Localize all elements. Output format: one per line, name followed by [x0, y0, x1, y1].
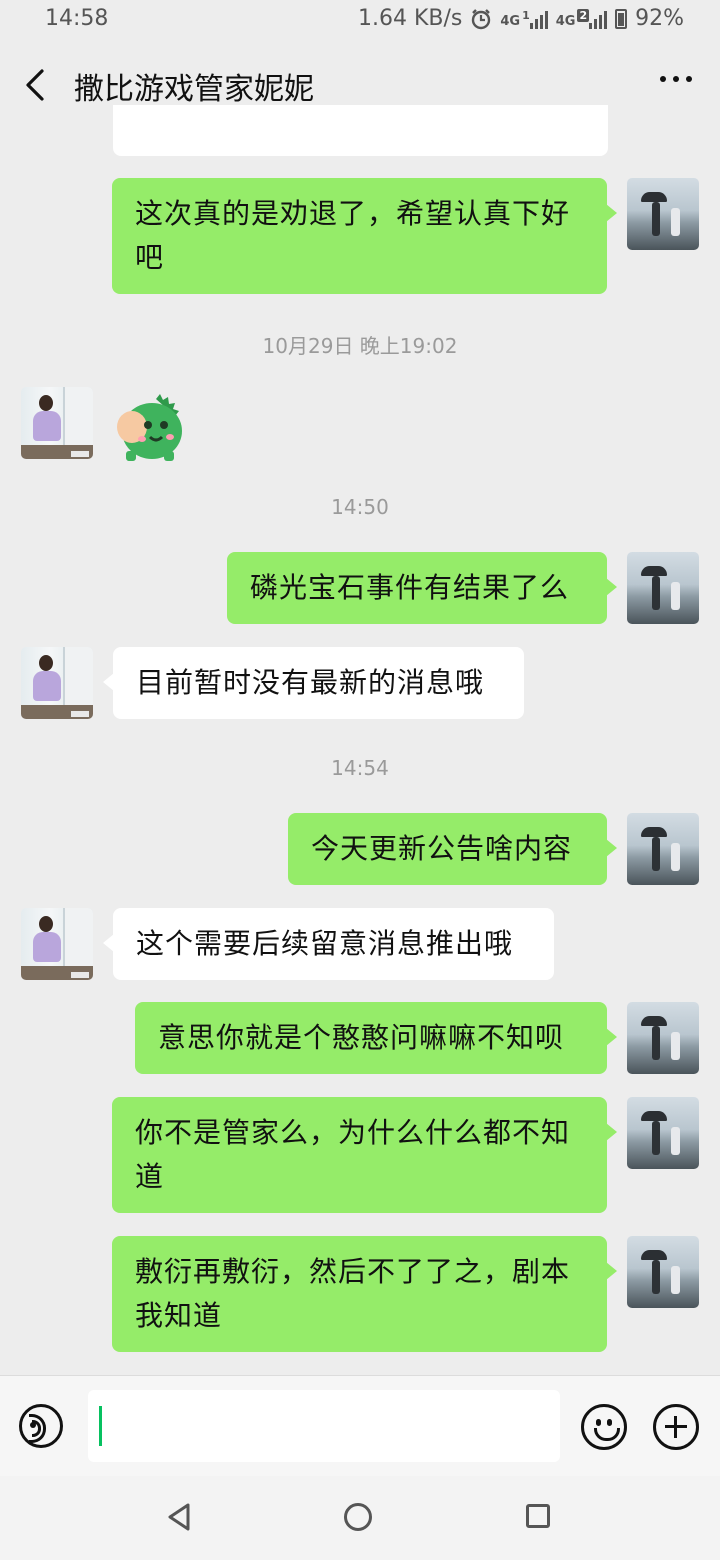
message-bubble[interactable]: 这次真的是劝退了，希望认真下好吧 [112, 178, 617, 294]
contact-avatar[interactable] [21, 647, 93, 719]
contact-avatar[interactable] [21, 908, 93, 980]
status-time: 14:58 [45, 6, 109, 31]
message-text: 你不是管家么，为什么什么都不知道 [135, 1116, 571, 1193]
message-bubble[interactable]: 磷光宝石事件有结果了么 [227, 552, 617, 624]
message-bubble[interactable]: 目前暂时没有最新的消息哦 [103, 647, 524, 719]
nav-recent-apps-icon[interactable] [526, 1504, 550, 1528]
text-cursor [99, 1406, 102, 1446]
message-text: 目前暂时没有最新的消息哦 [136, 666, 485, 699]
status-bar: 14:58 1.64 KB/s 4G 1 4G 2 92% [0, 0, 720, 40]
network-speed: 1.64 KB/s [357, 6, 463, 31]
nav-home-icon[interactable] [344, 1503, 372, 1531]
timestamp: 14:54 [331, 756, 389, 780]
status-icons: 1.64 KB/s 4G 1 4G 2 92% [358, 6, 684, 31]
message-text: 这次真的是劝退了，希望认真下好吧 [135, 197, 571, 274]
message-bubble[interactable] [113, 105, 608, 156]
system-nav-bar [0, 1476, 720, 1560]
network-type-1: 4G [500, 13, 521, 29]
message-bubble[interactable]: 这个需要后续留意消息推出哦 [103, 908, 554, 980]
message-bubble[interactable]: 今天更新公告啥内容 [288, 813, 617, 885]
input-bar [0, 1375, 720, 1476]
battery-icon [615, 8, 628, 29]
message-text: 这个需要后续留意消息推出哦 [136, 927, 514, 960]
message-input[interactable] [88, 1390, 560, 1462]
message-text: 敷衍再敷衍，然后不了了之，剧本我知道 [135, 1255, 571, 1332]
chevron-left-icon[interactable] [22, 68, 52, 102]
emoji-icon[interactable] [581, 1404, 627, 1450]
message-text: 今天更新公告啥内容 [311, 832, 573, 865]
my-avatar[interactable] [627, 552, 699, 624]
message-bubble[interactable]: 敷衍再敷衍，然后不了了之，剧本我知道 [112, 1236, 617, 1352]
signal-icon-1 [529, 9, 548, 29]
more-dots-icon[interactable] [660, 76, 692, 82]
nav-back-icon[interactable] [166, 1502, 192, 1532]
network-type-2: 4G [555, 13, 576, 29]
voice-icon[interactable] [19, 1404, 63, 1448]
my-avatar[interactable] [627, 1236, 699, 1308]
my-avatar[interactable] [627, 813, 699, 885]
plus-icon[interactable] [653, 1404, 699, 1450]
my-avatar[interactable] [627, 1002, 699, 1074]
battery-level: 92% [635, 6, 684, 31]
my-avatar[interactable] [627, 1097, 699, 1169]
timestamp: 14:50 [331, 495, 389, 519]
message-text: 意思你就是个憨憨问嘛嘛不知呗 [158, 1021, 565, 1054]
message-text: 磷光宝石事件有结果了么 [250, 571, 570, 604]
my-avatar[interactable] [627, 178, 699, 250]
message-bubble[interactable]: 你不是管家么，为什么什么都不知道 [112, 1097, 617, 1213]
signal-icon-2 [589, 9, 608, 29]
sim-slot-1: 1 [522, 8, 530, 22]
timestamp: 10月29日 晚上19:02 [262, 334, 458, 358]
chat-title: 撒比游戏管家妮妮 [74, 72, 314, 107]
alarm-icon [472, 8, 491, 29]
green-dinosaur-sticker-icon[interactable] [112, 393, 188, 463]
contact-avatar[interactable] [21, 387, 93, 459]
sim-slot-2: 2 [577, 8, 590, 22]
message-bubble[interactable]: 意思你就是个憨憨问嘛嘛不知呗 [135, 1002, 617, 1074]
